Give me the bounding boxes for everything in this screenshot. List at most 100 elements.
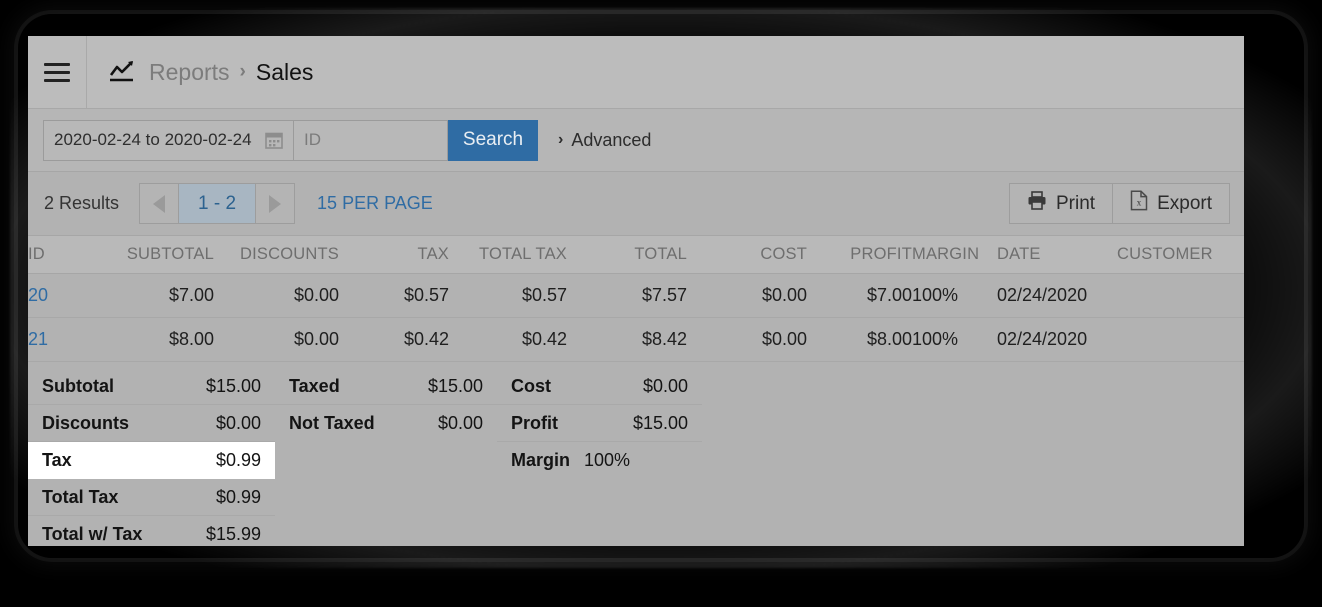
summary-row-total-with-tax: Total w/ Tax $15.99 — [28, 516, 275, 546]
summary-row-tax[interactable]: Tax $0.99 — [28, 442, 275, 479]
table-tools: Print x Export — [1009, 183, 1230, 224]
cell-profit: $8.00 — [807, 317, 912, 362]
summary-label: Subtotal — [42, 375, 114, 396]
column-header-total[interactable]: TOTAL — [567, 235, 687, 274]
summary-value: $0.99 — [215, 486, 261, 507]
pagination: 1 - 2 — [139, 183, 296, 224]
summary-column-totals: Subtotal $15.00 Discounts $0.00 Tax $0.9… — [28, 368, 275, 546]
cell-date: 02/24/2020 — [997, 273, 1117, 318]
print-button[interactable]: Print — [1010, 184, 1113, 223]
svg-text:x: x — [1137, 198, 1142, 208]
date-range-input[interactable]: 2020-02-24 to 2020-02-24 — [43, 119, 293, 161]
cell-total: $7.57 — [567, 273, 687, 318]
column-header-cost[interactable]: COST — [687, 235, 807, 274]
cell-subtotal: $8.00 — [106, 317, 214, 362]
hamburger-icon — [44, 58, 70, 87]
chevron-left-icon — [153, 194, 166, 213]
summary-column-profit: Cost $0.00 Profit $15.00 Margin 100% — [497, 368, 702, 546]
cell-id: 20 — [28, 273, 106, 318]
summary-row-discounts: Discounts $0.00 — [28, 405, 275, 442]
cell-cost: $0.00 — [687, 273, 807, 318]
search-input-placeholder: ID — [304, 130, 321, 149]
column-header-id[interactable]: ID — [28, 235, 106, 274]
table-row[interactable]: 20 $7.00 $0.00 $0.57 $0.57 $7.57 $0.00 $… — [28, 273, 1244, 318]
cell-tax: $0.42 — [339, 317, 449, 362]
summary-column-taxed: Taxed $15.00 Not Taxed $0.00 — [275, 368, 497, 546]
summary-row-margin: Margin 100% — [497, 442, 702, 479]
column-header-margin[interactable]: MARGIN — [912, 235, 997, 274]
summary-label: Total w/ Tax — [42, 524, 143, 544]
per-page-selector[interactable]: 15 PER PAGE — [317, 193, 433, 214]
summary-label: Discounts — [42, 412, 130, 433]
summary-label: Cost — [511, 375, 551, 396]
pagination-range[interactable]: 1 - 2 — [179, 184, 256, 223]
screen: Reports › Sales 2020-02-24 to 2020-02-24 — [0, 0, 1322, 607]
cell-subtotal: $7.00 — [106, 273, 214, 318]
excel-file-icon: x — [1130, 190, 1148, 217]
breadcrumb: Reports › Sales — [87, 59, 313, 86]
summary-row-subtotal: Subtotal $15.00 — [28, 368, 275, 405]
breadcrumb-separator-icon: › — [239, 61, 246, 82]
pagination-prev-button[interactable] — [140, 184, 180, 223]
column-header-tax[interactable]: TAX — [339, 235, 449, 274]
cell-customer — [1117, 273, 1244, 318]
calendar-icon[interactable] — [265, 131, 283, 149]
chevron-right-icon: › — [558, 131, 564, 148]
cell-discounts: $0.00 — [214, 317, 339, 362]
summary-value: $15.99 — [205, 524, 261, 544]
sales-table: ID SUBTOTAL DISCOUNTS TAX TOTAL TAX TOTA… — [28, 235, 1244, 362]
cell-cost: $0.00 — [687, 317, 807, 362]
cell-customer — [1117, 317, 1244, 362]
summary-value: 100% — [584, 450, 631, 470]
summary-value: $15.00 — [205, 375, 261, 396]
chart-line-icon — [109, 61, 135, 83]
date-range-value: 2020-02-24 to 2020-02-24 — [54, 130, 252, 149]
breadcrumb-sales: Sales — [255, 58, 314, 85]
results-toolbar: 2 Results 1 - 2 15 PER PAGE Print x Expo… — [28, 172, 1244, 235]
pagination-next-button[interactable] — [255, 184, 295, 223]
summary-totals: Subtotal $15.00 Discounts $0.00 Tax $0.9… — [28, 362, 1244, 546]
app-window: Reports › Sales 2020-02-24 to 2020-02-24 — [28, 36, 1244, 546]
app-header: Reports › Sales — [28, 36, 1244, 109]
cell-margin: 100% — [912, 273, 997, 318]
cell-margin: 100% — [912, 317, 997, 362]
results-count: 2 Results — [44, 193, 120, 213]
summary-value: $15.00 — [632, 412, 688, 433]
column-header-subtotal[interactable]: SUBTOTAL — [106, 235, 214, 274]
cell-id: 21 — [28, 317, 106, 362]
row-id-link[interactable]: 20 — [28, 285, 48, 305]
advanced-label: Advanced — [571, 129, 652, 150]
search-input[interactable]: ID — [293, 119, 448, 161]
column-header-total-tax[interactable]: TOTAL TAX — [449, 235, 567, 274]
summary-row-profit: Profit $15.00 — [497, 405, 702, 442]
summary-value: $0.99 — [215, 450, 261, 470]
cell-total: $8.42 — [567, 317, 687, 362]
breadcrumb-reports[interactable]: Reports — [149, 59, 230, 86]
chevron-right-icon — [269, 194, 282, 213]
summary-label: Tax — [42, 450, 72, 470]
menu-button[interactable] — [28, 36, 87, 108]
export-label: Export — [1157, 192, 1212, 214]
column-header-date[interactable]: DATE — [997, 235, 1117, 274]
cell-profit: $7.00 — [807, 273, 912, 318]
table-row[interactable]: 21 $8.00 $0.00 $0.42 $0.42 $8.42 $0.00 $… — [28, 317, 1244, 362]
row-id-link[interactable]: 21 — [28, 329, 48, 349]
column-header-discounts[interactable]: DISCOUNTS — [214, 235, 339, 274]
export-button[interactable]: x Export — [1112, 184, 1229, 223]
summary-label: Margin — [511, 450, 571, 470]
search-button[interactable]: Search — [448, 119, 538, 161]
summary-row-not-taxed: Not Taxed $0.00 — [275, 405, 497, 442]
search-bar: 2020-02-24 to 2020-02-24 ID Search › Adv… — [28, 109, 1244, 172]
cell-total-tax: $0.42 — [449, 317, 567, 362]
cell-date: 02/24/2020 — [997, 317, 1117, 362]
column-header-profit[interactable]: PROFIT — [807, 235, 912, 274]
cell-discounts: $0.00 — [214, 273, 339, 318]
summary-value: $0.00 — [215, 412, 261, 433]
summary-label: Not Taxed — [289, 413, 375, 433]
cell-tax: $0.57 — [339, 273, 449, 318]
summary-row-total-tax: Total Tax $0.99 — [28, 479, 275, 516]
summary-row-cost: Cost $0.00 — [497, 368, 702, 405]
advanced-search-toggle[interactable]: › Advanced — [558, 130, 651, 151]
column-header-customer[interactable]: CUSTOMER — [1117, 235, 1244, 274]
summary-value: $0.00 — [642, 375, 688, 396]
